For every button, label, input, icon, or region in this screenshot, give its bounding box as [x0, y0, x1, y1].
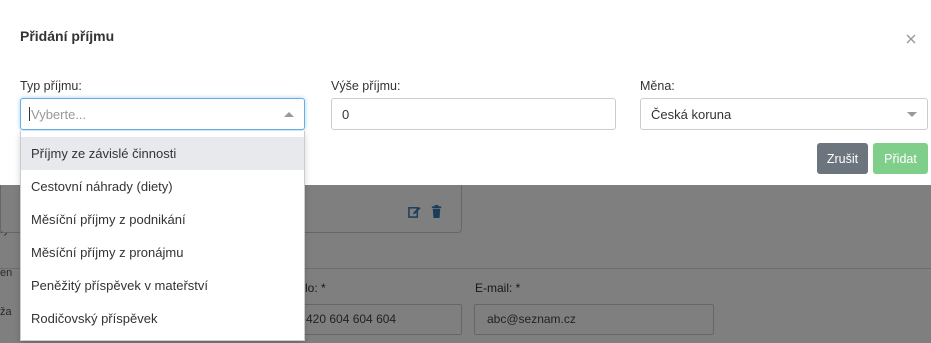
- dropdown-option[interactable]: Měsíční příjmy z podnikání: [21, 203, 304, 236]
- currency-select[interactable]: Česká koruna: [640, 98, 928, 130]
- currency-label: Měna:: [640, 79, 675, 93]
- close-button[interactable]: [899, 24, 923, 48]
- dropdown-option[interactable]: Měsíční příjmy z pronájmu: [21, 236, 304, 269]
- dropdown-option[interactable]: Rodičovský příspěvek: [21, 302, 304, 335]
- dropdown-option[interactable]: Peněžitý příspěvek v mateřství: [21, 269, 304, 302]
- add-button[interactable]: Přidat: [873, 143, 928, 174]
- modal-title: Přidání příjmu: [20, 28, 115, 44]
- chevron-down-icon: [907, 112, 917, 117]
- dropdown-option[interactable]: Příjmy ze závislé činnosti: [21, 137, 304, 170]
- text-cursor: [29, 107, 30, 121]
- currency-value: Česká koruna: [651, 107, 732, 122]
- amount-label: Výše příjmu:: [331, 79, 401, 93]
- income-type-dropdown: Příjmy ze závislé činnosti Cestovní náhr…: [20, 131, 305, 341]
- amount-input[interactable]: [331, 98, 616, 130]
- cancel-button[interactable]: Zrušit: [817, 143, 868, 174]
- dropdown-option[interactable]: Cestovní náhrady (diety): [21, 170, 304, 203]
- chevron-up-icon: [284, 112, 294, 117]
- close-icon: [906, 34, 916, 44]
- income-type-label: Typ příjmu:: [20, 79, 82, 93]
- income-type-select[interactable]: Vyberte...: [20, 98, 305, 130]
- income-type-placeholder: Vyberte...: [31, 107, 87, 122]
